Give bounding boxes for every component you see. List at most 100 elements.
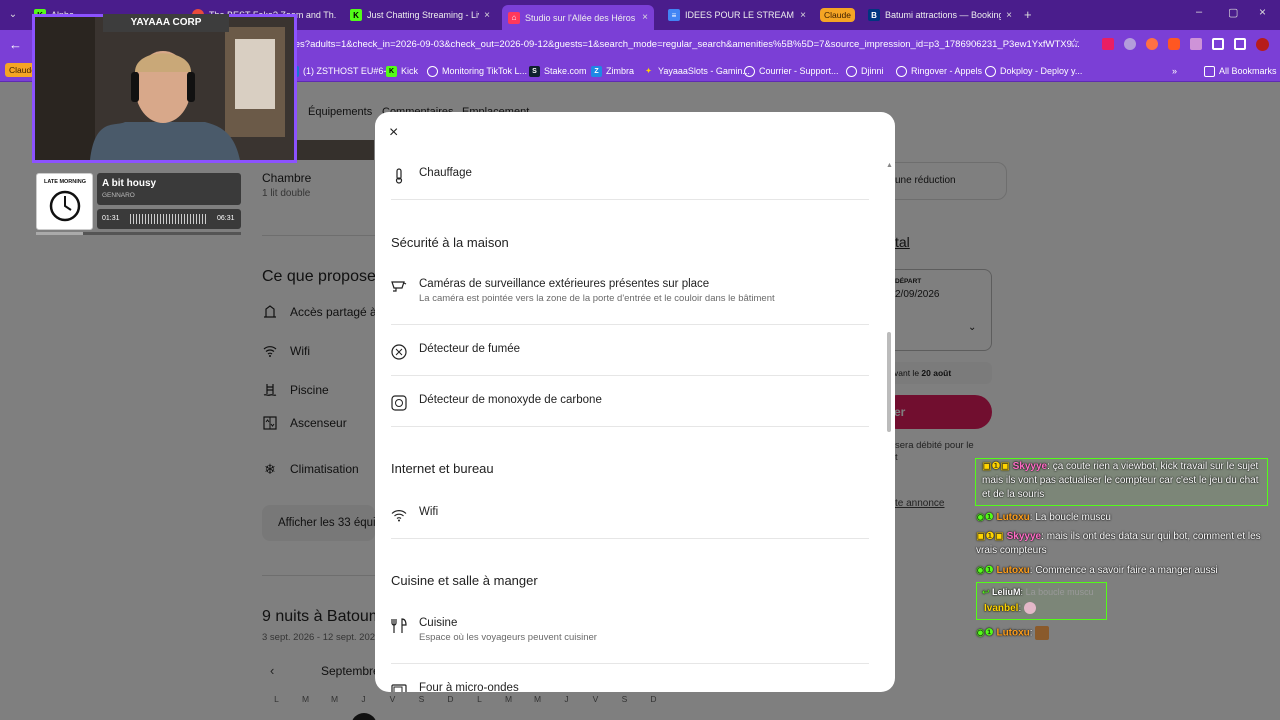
section-header-internet: Internet et bureau: [391, 461, 494, 476]
globe-icon: [427, 65, 438, 77]
elapsed-time: 01:31: [102, 215, 120, 222]
globe-icon: [896, 65, 907, 77]
chat-message: Ivanbel:: [984, 602, 1037, 616]
all-bookmarks[interactable]: All Bookmarks: [1204, 63, 1277, 79]
divider: [391, 663, 869, 664]
divider: [391, 538, 869, 539]
extension-icon[interactable]: [1146, 38, 1158, 50]
maximize-button[interactable]: ▢: [1228, 6, 1238, 19]
amenity-microwave: Four à micro-ondes: [391, 682, 869, 692]
chat-message: ▣❶▣ Skyyye: ça coute rien a viewbot, kic…: [982, 461, 1259, 500]
modal-scrollbar[interactable]: [887, 332, 891, 432]
bookmark-item[interactable]: Dokploy - Deploy y...: [985, 63, 1082, 79]
amenities-modal: × Chauffage Sécurité à la maison Caméras…: [375, 112, 895, 692]
zimbra-icon: Z: [591, 65, 602, 77]
music-widget: LATE MORNING A bit housy GENNARO 01:31 0…: [36, 173, 241, 235]
chat-badges: ▣❶▣: [976, 531, 1007, 542]
track-title: A bit housy: [102, 178, 157, 189]
amenity-cameras: Caméras de surveillance extérieures prés…: [391, 278, 869, 304]
bookmark-item[interactable]: K Kick: [386, 63, 418, 79]
globe-icon: [744, 65, 755, 77]
bookmark-item[interactable]: Z Zimbra: [591, 63, 634, 79]
album-cover: LATE MORNING: [36, 173, 93, 230]
close-window-button[interactable]: ×: [1259, 5, 1266, 19]
kick-icon: K: [386, 65, 397, 77]
close-tab-icon[interactable]: ×: [642, 12, 648, 23]
close-tab-icon[interactable]: ×: [1006, 10, 1012, 21]
booking-icon: B: [868, 9, 880, 21]
extension-icon[interactable]: [1102, 38, 1114, 50]
amenity-wifi: Wifi: [391, 506, 869, 523]
total-time: 06:31: [217, 215, 235, 222]
bookmark-item[interactable]: Ringover - Appels: [896, 63, 982, 79]
kick-icon: K: [350, 9, 362, 21]
waveform: [130, 214, 208, 224]
claude-chip: Claude: [820, 8, 855, 22]
clock-icon: [49, 190, 81, 222]
tab-list-icon[interactable]: ⌄: [6, 8, 20, 22]
divider: [391, 375, 869, 376]
amenity-cuisine: Cuisine Espace où les voyageurs peuvent …: [391, 617, 869, 643]
tab-booking[interactable]: B Batumi attractions — Booking... ×: [862, 5, 1018, 25]
divider: [391, 324, 869, 325]
bookmark-item[interactable]: Z(1) ZSTHOST EU#6-...: [288, 63, 394, 79]
minimize-button[interactable]: –: [1196, 6, 1202, 18]
amenity-chauffage: Chauffage: [391, 167, 869, 184]
section-header-securite: Sécurité à la maison: [391, 235, 509, 250]
section-header-cuisine: Cuisine et salle à manger: [391, 573, 538, 588]
smoke-detector-icon: [391, 344, 407, 360]
extension-icon[interactable]: [1124, 38, 1136, 50]
thermometer-icon: [391, 168, 407, 184]
chat-badges: ◉❶: [976, 627, 997, 639]
slots-icon: ✦: [645, 68, 652, 75]
tab-airbnb[interactable]: ⌂ Studio sur l'Allée des Héros - A ×: [502, 5, 654, 30]
extensions-area: ⋮: [1102, 38, 1280, 51]
tab-claude[interactable]: Claude: [818, 5, 862, 25]
sidebar-icon[interactable]: [1234, 38, 1246, 50]
back-button[interactable]: ←: [9, 37, 22, 52]
globe-icon: [846, 65, 857, 77]
puzzle-icon[interactable]: [1212, 38, 1224, 50]
chat-badges: ◉❶: [976, 565, 997, 576]
wifi-icon: [391, 507, 407, 523]
scroll-up-arrow-icon[interactable]: ▲: [886, 162, 893, 169]
webcam-frame: [32, 14, 297, 163]
bookmark-item[interactable]: S Stake.com: [529, 63, 587, 79]
chat-reply-quote: ↩ LeliuM: La boucle muscu: [982, 587, 1094, 597]
close-tab-icon[interactable]: ×: [484, 10, 490, 21]
bookmark-item[interactable]: Courrier - Support...: [744, 63, 839, 79]
stake-icon: S: [529, 65, 540, 77]
bookmarks-overflow-icon[interactable]: »: [1172, 63, 1177, 79]
bookmark-item[interactable]: ✦ YayaaaSlots - Gamin...: [643, 63, 750, 79]
chat-message: ◉❶ Lutoxu: La boucle muscu: [976, 512, 1111, 523]
chat-badges: ▣❶▣: [982, 461, 1013, 472]
address-bar[interactable]: ties?adults=1&check_in=2026-09-03&check_…: [290, 34, 1090, 56]
webcam-feed: [35, 17, 294, 160]
bookmark-item[interactable]: Djinni: [846, 63, 884, 79]
camera-icon: [391, 279, 407, 295]
bookmark-item[interactable]: Monitoring TikTok L...: [427, 63, 527, 79]
globe-icon: [985, 65, 996, 77]
reply-icon: ↩: [982, 587, 993, 597]
tab-docs[interactable]: ≡ IDEES POUR LE STREAM YAYA ×: [662, 5, 812, 25]
folder-icon: [1204, 65, 1215, 77]
airbnb-icon: ⌂: [508, 11, 520, 24]
extension-icon[interactable]: [1190, 38, 1202, 50]
avatar[interactable]: [1256, 38, 1269, 51]
tab-kick-live[interactable]: K Just Chatting Streaming - Live ×: [344, 5, 496, 25]
chat-message: ◉❶ Lutoxu:: [976, 626, 1050, 641]
cam-label: YAYAAA CORP: [103, 14, 229, 32]
close-tab-icon[interactable]: ×: [800, 10, 806, 21]
extension-icon[interactable]: [1168, 38, 1180, 50]
track-artist: GENNARO: [102, 192, 135, 199]
new-tab-button[interactable]: +: [1024, 7, 1032, 22]
emote-icon: [1035, 626, 1050, 640]
bookmark-star-icon[interactable]: ☆: [1069, 36, 1080, 50]
progress-bar-fill: [36, 232, 84, 235]
emote-icon: [1024, 602, 1037, 615]
amenity-smoke-detector: Détecteur de fumée: [391, 343, 869, 360]
close-modal-button[interactable]: ×: [389, 124, 398, 142]
kitchen-icon: [391, 618, 407, 634]
album-cover-text: LATE MORNING: [43, 179, 87, 185]
microwave-icon: [391, 683, 407, 692]
